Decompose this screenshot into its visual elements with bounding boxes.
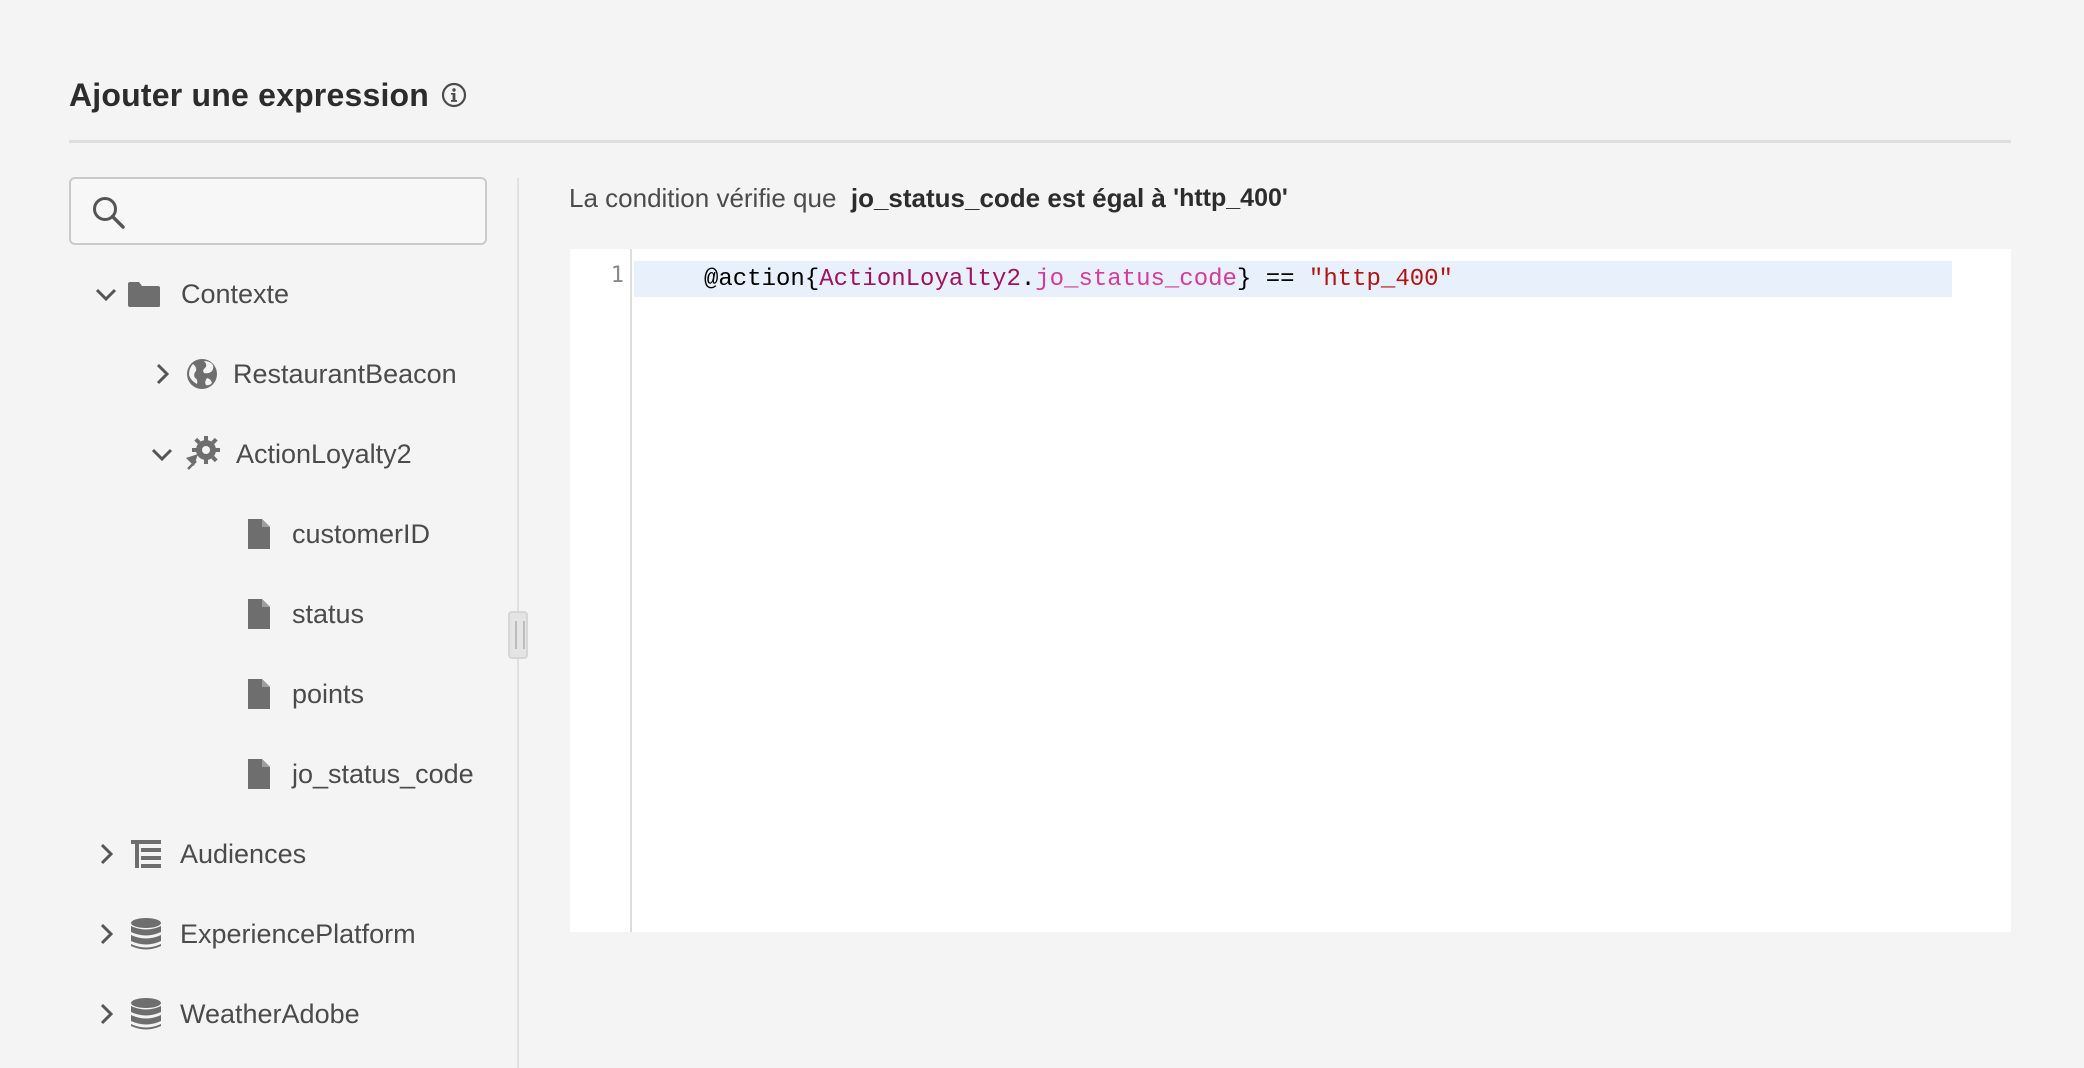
- expression-editor[interactable]: 1 @action{ActionLoyalty2. jo_status_code}…: [570, 249, 2011, 932]
- tree-item-actionloyalty2[interactable]: ActionLoyalty2: [150, 426, 412, 482]
- file-icon: [246, 598, 272, 630]
- code-token-close: }: [1236, 265, 1252, 293]
- search-box[interactable]: [69, 177, 487, 245]
- tree-item-customerid[interactable]: customerID: [246, 506, 430, 562]
- hierarchy-icon: [128, 838, 164, 870]
- tree-item-status[interactable]: status: [246, 586, 364, 642]
- code-token-string: "http_400": [1308, 265, 1453, 293]
- code-line[interactable]: @action{ActionLoyalty2. jo_status_code} =…: [704, 261, 1453, 297]
- code-token-prefix: @action{: [704, 265, 820, 293]
- tree-item-label: ActionLoyalty2: [236, 438, 412, 469]
- condition-field: jo_status_code: [850, 182, 1041, 213]
- chevron-down-icon[interactable]: [94, 282, 118, 306]
- tree-item-experienceplatform[interactable]: ExperiencePlatform: [94, 906, 416, 962]
- search-input[interactable]: [141, 187, 471, 235]
- tree-item-points[interactable]: points: [246, 666, 364, 722]
- page-title: Ajouter une expression: [69, 76, 430, 113]
- code-token-operator: ==: [1251, 265, 1309, 293]
- tree-item-weatheradobe[interactable]: WeatherAdobe: [94, 986, 360, 1042]
- tree-item-label: points: [292, 678, 365, 709]
- chevron-right-icon[interactable]: [94, 1002, 118, 1026]
- info-icon[interactable]: [441, 82, 467, 108]
- splitter-handle[interactable]: [508, 611, 528, 659]
- file-icon: [246, 758, 272, 790]
- tree-item-label: jo_status_code: [292, 758, 474, 789]
- code-token-field: ActionLoyalty2: [819, 265, 1021, 293]
- chevron-right-icon[interactable]: [94, 922, 118, 946]
- tree-item-label: RestaurantBeacon: [233, 358, 457, 389]
- condition-operator: est égal à: [1040, 182, 1174, 213]
- tree-item-label: Audiences: [180, 838, 307, 869]
- tree-item-audiences[interactable]: Audiences: [94, 826, 306, 882]
- chevron-right-icon[interactable]: [150, 362, 174, 386]
- code-token-dot: .: [1020, 265, 1036, 293]
- tree-item-restaurantbeacon[interactable]: RestaurantBeacon: [150, 346, 457, 402]
- condition-summary: La condition vérifie que jo_status_code …: [569, 176, 1288, 220]
- condition-prefix: La condition vérifie que: [569, 182, 851, 213]
- database-icon: [128, 917, 164, 951]
- line-number: 1: [610, 263, 624, 288]
- globe-icon: [184, 357, 220, 391]
- folder-icon: [126, 280, 162, 308]
- tree-item-label: status: [292, 598, 365, 629]
- tree-item-label: customerID: [292, 518, 431, 549]
- tree-item-label: WeatherAdobe: [180, 998, 360, 1029]
- tree-item-label: Contexte: [181, 278, 290, 309]
- search-icon: [91, 195, 127, 231]
- header-divider: [69, 140, 2011, 143]
- chevron-right-icon[interactable]: [94, 842, 118, 866]
- condition-value: 'http_400': [1173, 183, 1288, 212]
- tree-item-label: ExperiencePlatform: [180, 918, 416, 949]
- editor-gutter: 1: [570, 249, 632, 932]
- file-icon: [246, 518, 272, 550]
- database-icon: [128, 997, 164, 1031]
- header: Ajouter une expression: [69, 70, 467, 120]
- tree-item-jo-status-code[interactable]: jo_status_code: [246, 746, 474, 802]
- code-token-subfield: jo_status_code: [1035, 265, 1237, 293]
- chevron-down-icon[interactable]: [150, 442, 174, 466]
- file-icon: [246, 678, 272, 710]
- tree-item-contexte[interactable]: Contexte: [94, 266, 289, 322]
- action-gear-icon: [184, 436, 224, 472]
